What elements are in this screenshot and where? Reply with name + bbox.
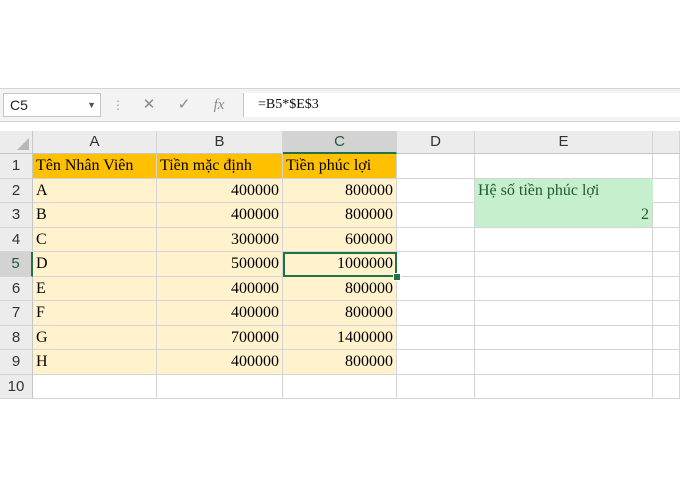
default-amount-cell[interactable]: 700000 xyxy=(157,325,283,350)
empty-cell[interactable] xyxy=(397,203,475,228)
coefficient-value-cell[interactable]: 2 xyxy=(475,203,653,228)
row-header-5[interactable]: 5 xyxy=(0,252,33,277)
active-cell-c5[interactable]: 1000000 xyxy=(283,252,397,277)
empty-cell[interactable] xyxy=(475,154,653,179)
header-cell[interactable]: Tên Nhân Viên xyxy=(33,154,157,179)
row-header-8[interactable]: 8 xyxy=(0,325,33,350)
row-header-4[interactable]: 4 xyxy=(0,227,33,252)
header-cell[interactable]: Tiền mặc định xyxy=(157,154,283,179)
enter-icon[interactable]: ✓ xyxy=(171,94,197,116)
empty-cell[interactable] xyxy=(397,227,475,252)
more-options-icon: ⋮ xyxy=(112,98,124,112)
row-header-6[interactable]: 6 xyxy=(0,276,33,301)
employee-name-cell[interactable]: G xyxy=(33,325,157,350)
header-cell[interactable]: Tiền phúc lợi xyxy=(283,154,397,179)
insert-function-icon[interactable]: fx xyxy=(206,94,232,116)
column-header-next[interactable] xyxy=(653,131,680,154)
empty-cell[interactable] xyxy=(397,252,475,277)
empty-cell[interactable] xyxy=(653,325,680,350)
empty-cell[interactable] xyxy=(397,276,475,301)
employee-name-cell[interactable]: D xyxy=(33,252,157,277)
column-header-e[interactable]: E xyxy=(475,131,653,154)
employee-name-cell[interactable]: H xyxy=(33,350,157,375)
default-amount-cell[interactable]: 400000 xyxy=(157,276,283,301)
empty-cell[interactable] xyxy=(653,154,680,179)
welfare-amount-cell[interactable]: 600000 xyxy=(283,227,397,252)
row-header-9[interactable]: 9 xyxy=(0,350,33,375)
empty-cell[interactable] xyxy=(475,276,653,301)
row-header-10[interactable]: 10 xyxy=(0,374,33,399)
empty-cell[interactable] xyxy=(397,374,475,399)
empty-cell[interactable] xyxy=(653,350,680,375)
welfare-amount-cell[interactable]: 800000 xyxy=(283,178,397,203)
select-all-corner[interactable] xyxy=(0,131,33,154)
default-amount-cell[interactable]: 400000 xyxy=(157,203,283,228)
empty-cell[interactable] xyxy=(397,325,475,350)
formula-bar: C5 ▼ ⋮ ✕ ✓ fx =B5*$E$3 xyxy=(0,88,680,122)
default-amount-cell[interactable]: 300000 xyxy=(157,227,283,252)
employee-name-cell[interactable]: E xyxy=(33,276,157,301)
coefficient-label-cell[interactable]: Hệ số tiền phúc lợi xyxy=(475,178,653,203)
welfare-amount-cell[interactable]: 800000 xyxy=(283,276,397,301)
row-header-2[interactable]: 2 xyxy=(0,178,33,203)
column-header-b[interactable]: B xyxy=(157,131,283,154)
row-header-1[interactable]: 1 xyxy=(0,154,33,179)
chevron-down-icon[interactable]: ▼ xyxy=(87,94,96,116)
empty-cell[interactable] xyxy=(653,178,680,203)
empty-cell[interactable] xyxy=(397,178,475,203)
empty-cell[interactable] xyxy=(653,301,680,326)
empty-cell[interactable] xyxy=(653,374,680,399)
select-all-triangle-icon xyxy=(17,138,29,150)
formula-input[interactable]: =B5*$E$3 xyxy=(243,93,680,117)
fill-handle[interactable] xyxy=(393,272,401,281)
row-header-3[interactable]: 3 xyxy=(0,203,33,228)
empty-cell[interactable] xyxy=(475,227,653,252)
empty-cell[interactable] xyxy=(653,203,680,228)
empty-cell[interactable] xyxy=(397,154,475,179)
column-header-c[interactable]: C xyxy=(283,131,397,154)
name-box[interactable]: C5 ▼ xyxy=(3,93,101,117)
empty-cell[interactable] xyxy=(33,374,157,399)
cancel-icon[interactable]: ✕ xyxy=(136,94,162,116)
welfare-amount-cell[interactable]: 800000 xyxy=(283,203,397,228)
empty-cell[interactable] xyxy=(283,374,397,399)
welfare-amount-cell[interactable]: 800000 xyxy=(283,350,397,375)
empty-cell[interactable] xyxy=(475,374,653,399)
default-amount-cell[interactable]: 400000 xyxy=(157,350,283,375)
row-header-7[interactable]: 7 xyxy=(0,301,33,326)
empty-cell[interactable] xyxy=(653,276,680,301)
empty-cell[interactable] xyxy=(157,374,283,399)
default-amount-cell[interactable]: 400000 xyxy=(157,301,283,326)
name-box-value: C5 xyxy=(10,97,28,113)
default-amount-cell[interactable]: 400000 xyxy=(157,178,283,203)
employee-name-cell[interactable]: B xyxy=(33,203,157,228)
empty-cell[interactable] xyxy=(475,301,653,326)
default-amount-cell[interactable]: 500000 xyxy=(157,252,283,277)
welfare-amount-cell[interactable]: 1400000 xyxy=(283,325,397,350)
column-header-a[interactable]: A xyxy=(33,131,157,154)
employee-name-cell[interactable]: A xyxy=(33,178,157,203)
empty-cell[interactable] xyxy=(397,350,475,375)
empty-cell[interactable] xyxy=(653,252,680,277)
column-header-d[interactable]: D xyxy=(397,131,475,154)
empty-cell[interactable] xyxy=(475,252,653,277)
empty-cell[interactable] xyxy=(653,227,680,252)
employee-name-cell[interactable]: F xyxy=(33,301,157,326)
empty-cell[interactable] xyxy=(475,325,653,350)
employee-name-cell[interactable]: C xyxy=(33,227,157,252)
welfare-amount-cell[interactable]: 800000 xyxy=(283,301,397,326)
empty-cell[interactable] xyxy=(475,350,653,375)
empty-cell[interactable] xyxy=(397,301,475,326)
